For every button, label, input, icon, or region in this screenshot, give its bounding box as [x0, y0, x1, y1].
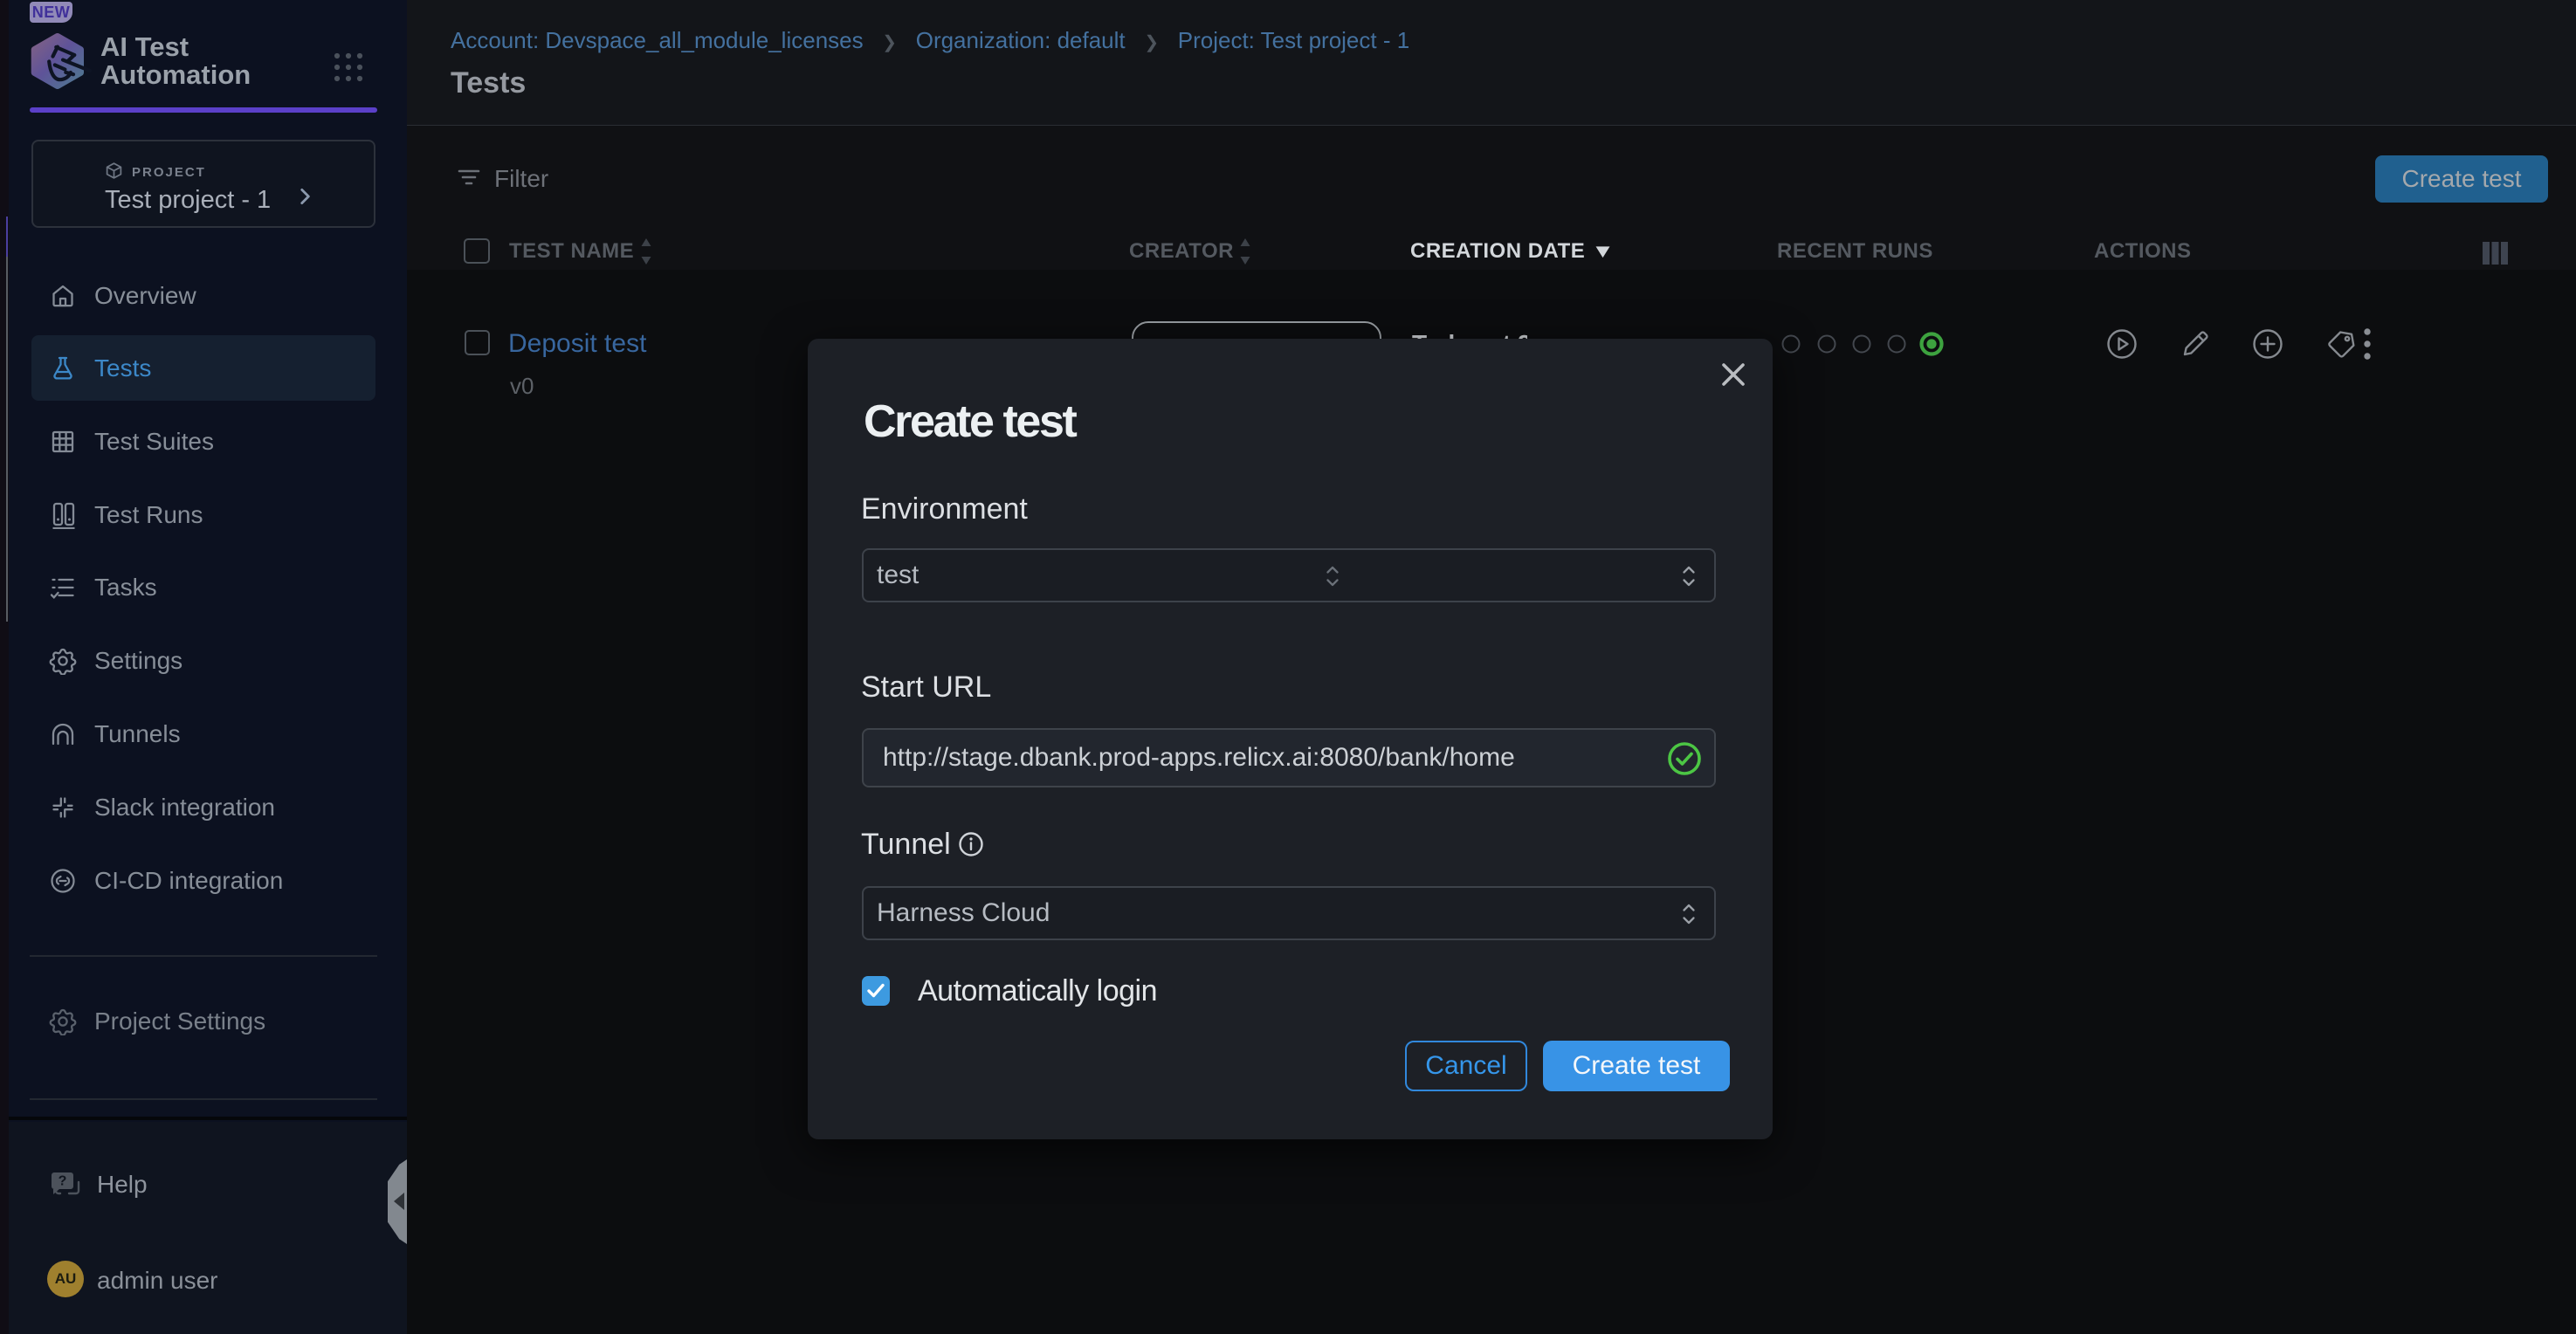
svg-text:?: ?	[59, 1174, 67, 1189]
